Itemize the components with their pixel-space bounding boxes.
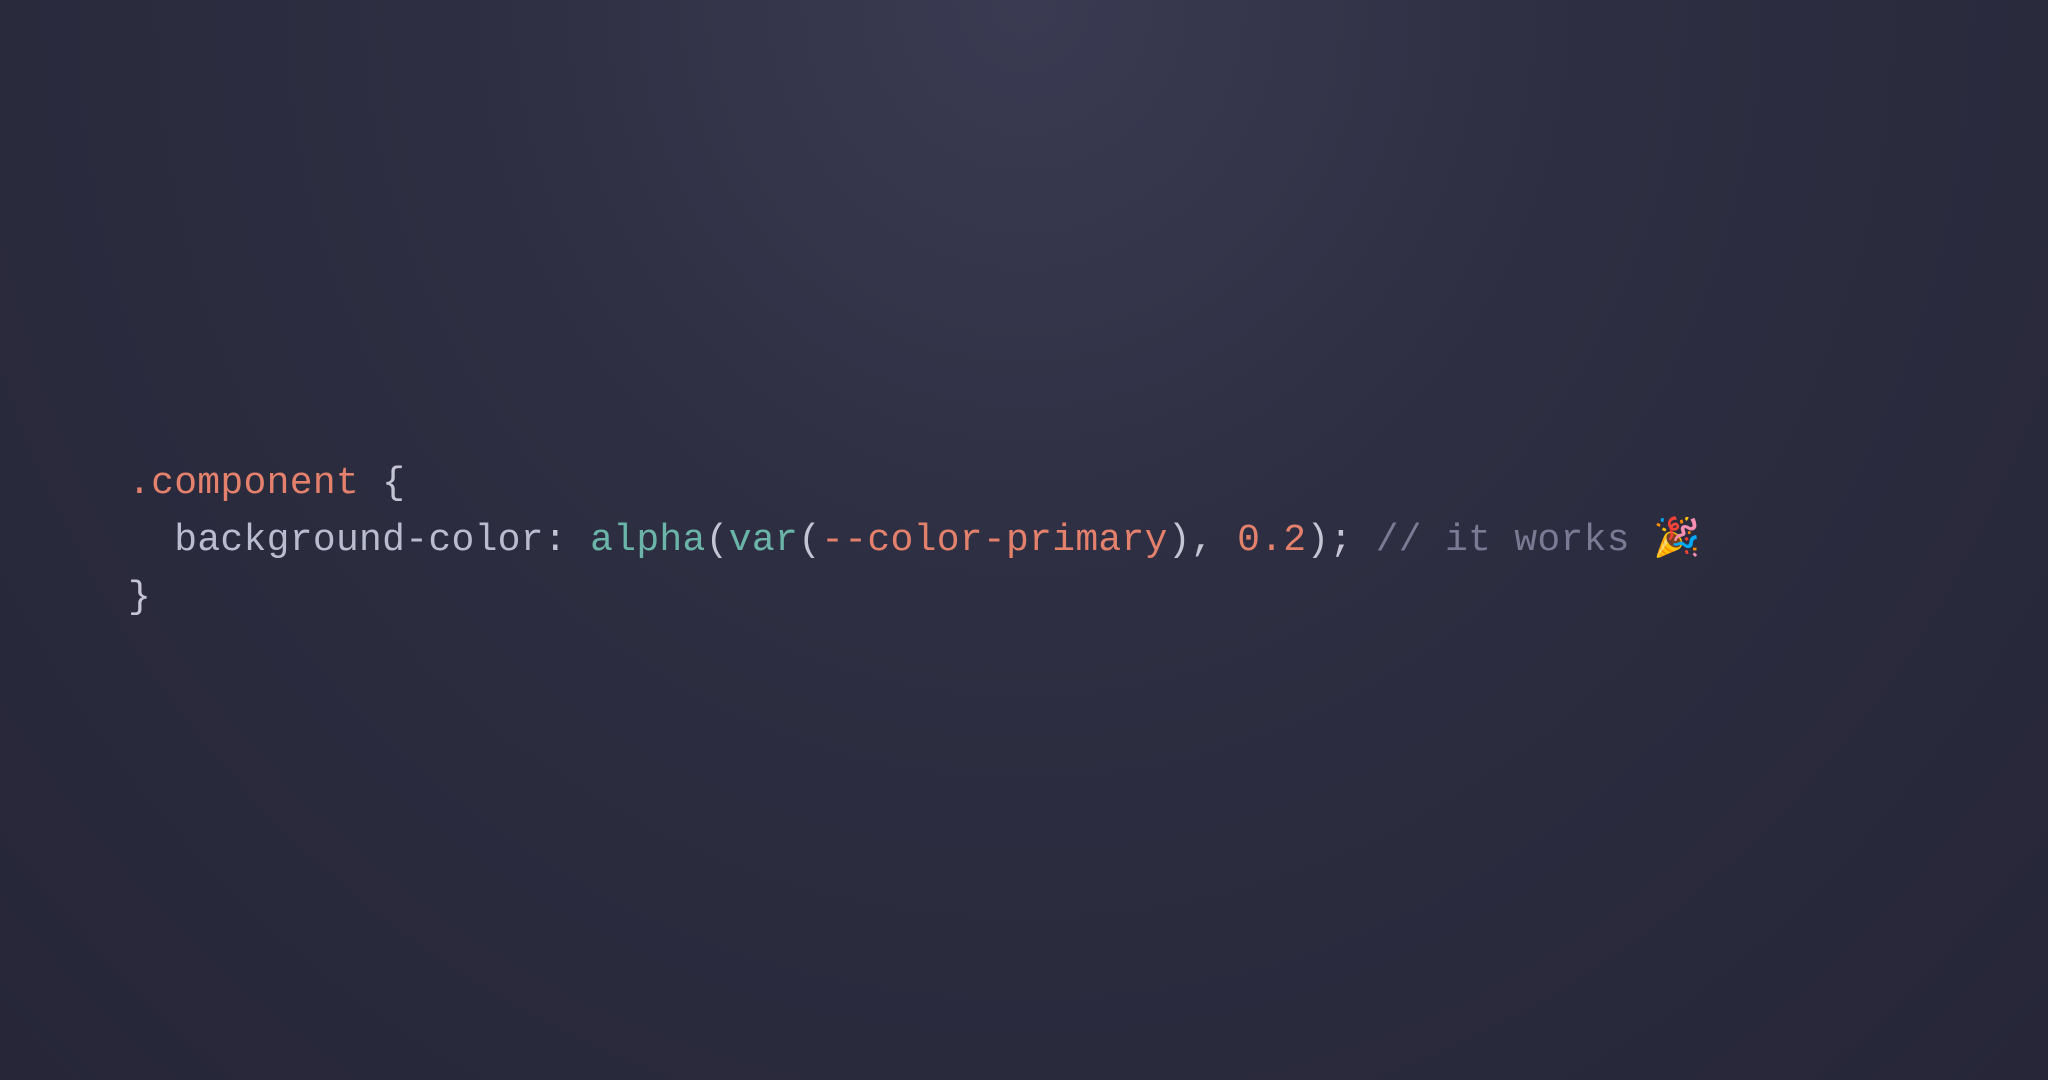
code-block: .component { background-color: alpha(var… xyxy=(0,455,1701,626)
css-property: background-color xyxy=(174,519,544,562)
css-selector: .component xyxy=(128,462,359,505)
comma: , xyxy=(1191,519,1237,562)
semicolon: ; xyxy=(1329,519,1352,562)
indent xyxy=(128,519,174,562)
party-popper-icon: 🎉 xyxy=(1653,519,1701,562)
var-paren-close: ) xyxy=(1168,519,1191,562)
brace-close: } xyxy=(128,576,151,619)
paren-open: ( xyxy=(706,519,729,562)
comment-text: it works xyxy=(1445,519,1653,562)
brace-open: { xyxy=(359,462,405,505)
colon: : xyxy=(544,519,590,562)
var-paren-open: ( xyxy=(798,519,821,562)
paren-close: ) xyxy=(1306,519,1329,562)
css-variable: --color-primary xyxy=(821,519,1168,562)
number-literal: 0.2 xyxy=(1237,519,1306,562)
code-line-2: background-color: alpha(var(--color-prim… xyxy=(128,519,1701,562)
code-line-1: .component { xyxy=(128,462,405,505)
css-function-alpha: alpha xyxy=(590,519,706,562)
space xyxy=(1353,519,1376,562)
code-line-3: } xyxy=(128,576,151,619)
comment-prefix: // xyxy=(1376,519,1445,562)
css-function-var: var xyxy=(729,519,798,562)
